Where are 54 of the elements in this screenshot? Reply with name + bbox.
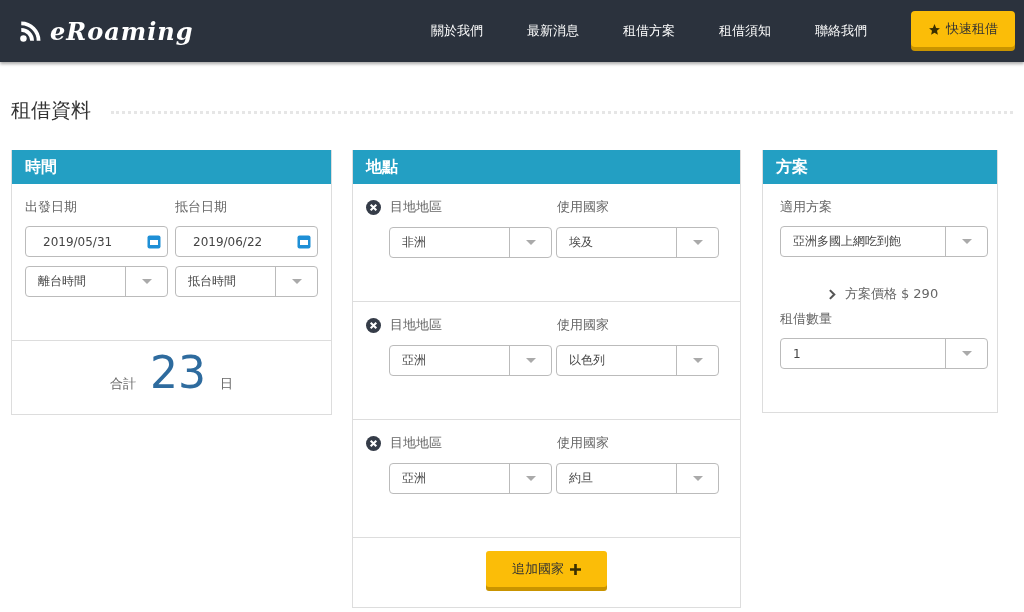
plan-price: 方案價格 $ 290 — [844, 285, 939, 303]
field-label: 目地地區 — [390, 434, 443, 452]
page-title: 租借資料 — [11, 96, 91, 124]
plus-icon — [570, 563, 581, 575]
field-label: 抵台日期 — [175, 198, 228, 216]
nav-link[interactable]: 最新消息 — [527, 22, 579, 40]
chevron-right-icon — [828, 288, 836, 300]
caret-icon — [141, 279, 152, 284]
caret-icon — [692, 358, 703, 363]
time-select[interactable]: 離台時間 — [25, 266, 168, 297]
field-label: 出發日期 — [25, 198, 78, 216]
field-label: 使用國家 — [557, 198, 609, 216]
field-label: 使用國家 — [557, 316, 609, 334]
field-label: 目地地區 — [390, 316, 443, 334]
nav-link[interactable]: 租借方案 — [623, 22, 675, 40]
date-field[interactable]: 2019/06/22 — [175, 226, 318, 257]
days-unit: 日 — [220, 375, 233, 393]
date-field[interactable]: 2019/05/31 — [25, 226, 168, 257]
total-label: 合計 — [110, 375, 136, 393]
country-select[interactable]: 約旦 — [556, 463, 719, 494]
nav-link[interactable]: 租借須知 — [719, 22, 771, 40]
calendar-icon — [297, 234, 311, 249]
plan-select[interactable]: 亞洲多國上網吃到飽 — [780, 226, 988, 257]
field-label: 目地地區 — [390, 198, 443, 216]
star-icon — [928, 22, 941, 36]
remove-icon[interactable] — [366, 317, 381, 333]
remove-icon[interactable] — [366, 435, 381, 451]
caret-icon — [525, 358, 536, 363]
caret-icon — [692, 476, 703, 481]
nav-link[interactable]: 關於我們 — [431, 22, 483, 40]
calendar-icon — [147, 234, 161, 249]
quantity-select[interactable]: 1 — [780, 338, 988, 369]
caret-icon — [525, 240, 536, 245]
total-days: 23 — [150, 347, 206, 398]
caret-icon — [291, 279, 302, 284]
country-select[interactable]: 以色列 — [556, 345, 719, 376]
caret-icon — [961, 239, 972, 244]
caret-icon — [692, 240, 703, 245]
region-select[interactable]: 亞洲 — [389, 463, 552, 494]
time-select[interactable]: 抵台時間 — [175, 266, 318, 297]
panel-header: 方案 — [763, 150, 997, 184]
remove-icon[interactable] — [366, 199, 381, 215]
panel-header: 時間 — [12, 150, 331, 184]
region-select[interactable]: 非洲 — [389, 227, 552, 258]
nav-link[interactable]: 聯絡我們 — [815, 22, 867, 40]
country-select[interactable]: 埃及 — [556, 227, 719, 258]
region-select[interactable]: 亞洲 — [389, 345, 552, 376]
field-label: 租借數量 — [780, 310, 833, 328]
logo-text[interactable]: eRoaming — [50, 16, 194, 46]
field-label: 適用方案 — [780, 198, 833, 216]
caret-icon — [525, 476, 536, 481]
panel-header: 地點 — [353, 150, 740, 184]
field-label: 使用國家 — [557, 434, 609, 452]
caret-icon — [961, 351, 972, 356]
